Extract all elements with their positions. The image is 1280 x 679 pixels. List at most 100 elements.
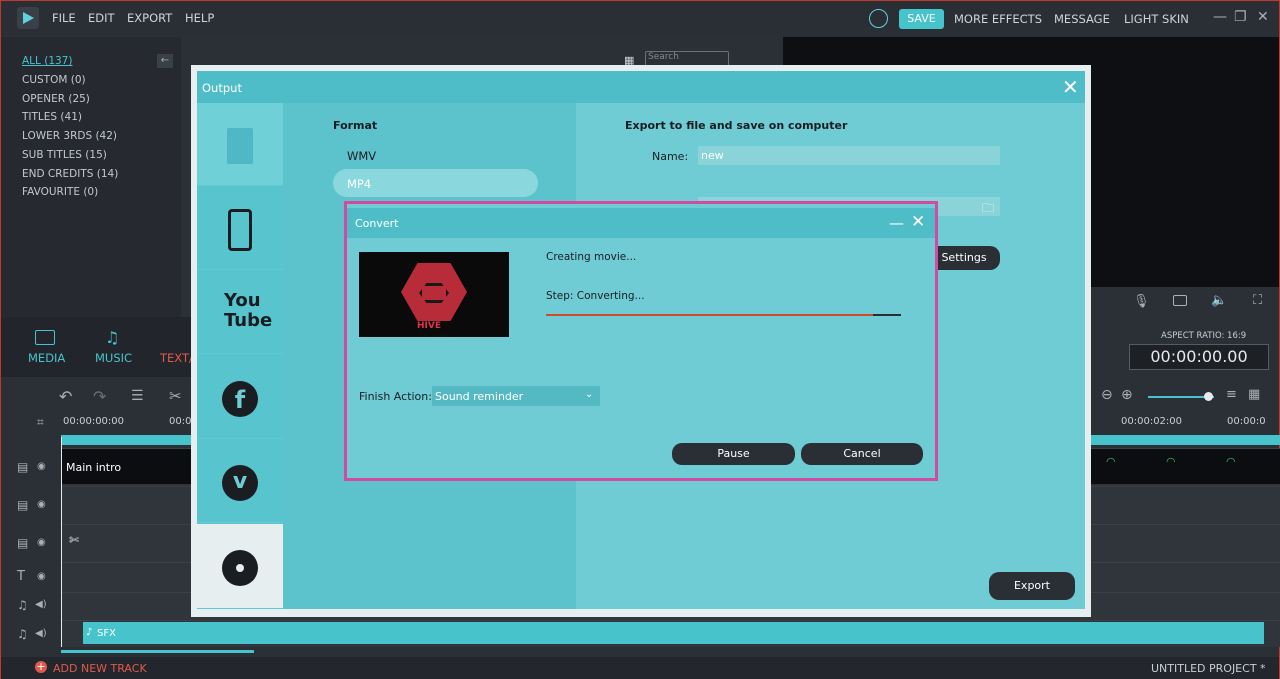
main-intro-label: Main intro (66, 461, 122, 474)
maximize-icon[interactable]: ❐ (1234, 9, 1247, 25)
track-video-icon: ▤ (17, 460, 29, 474)
phone-icon (228, 209, 252, 251)
more-effects-link[interactable]: MORE EFFECTS (954, 12, 1042, 26)
library-item-end-credits[interactable]: END CREDITS (14) (22, 168, 118, 180)
text-track-icon: T (17, 569, 25, 584)
list-view-icon[interactable]: ≡ (1226, 387, 1237, 402)
menu-export[interactable]: EXPORT (127, 11, 172, 25)
app-window: FILE EDIT EXPORT HELP SAVE MORE EFFECTS … (0, 0, 1280, 679)
project-name: UNTITLED PROJECT * (1151, 662, 1266, 675)
speaker-icon[interactable]: ◀) (35, 628, 47, 639)
tab-media[interactable]: MEDIA (28, 351, 65, 365)
track-video-icon: ▤ (17, 536, 29, 550)
audio-track-icon: ♫ (17, 627, 28, 641)
track-video-icon: ▤ (17, 498, 29, 512)
library-item-custom[interactable]: CUSTOM (0) (22, 74, 86, 86)
youtube-icon: You Tube (224, 290, 273, 331)
time-marker-end2: 00:00:0 (1227, 416, 1266, 427)
convert-header (347, 208, 935, 238)
app-logo-icon (17, 7, 39, 29)
library-item-opener[interactable]: OPENER (25) (22, 93, 90, 105)
fullscreen-icon[interactable]: ⛶ (1253, 293, 1262, 308)
snap-icon[interactable]: ⌗ (37, 415, 44, 430)
undo-icon[interactable]: ↶ (59, 387, 72, 406)
adjust-icon[interactable]: ☰ (131, 388, 144, 404)
message-link[interactable]: MESSAGE (1054, 12, 1110, 26)
collapse-arrow-icon[interactable]: ← (157, 54, 173, 68)
export-button[interactable]: Export (989, 572, 1075, 600)
output-close-icon[interactable]: ✕ (1062, 75, 1079, 99)
library-item-lower-3rds[interactable]: LOWER 3RDS (42) (22, 130, 117, 142)
format-heading: Format (333, 119, 378, 132)
spinner-icon: ◠ (1166, 455, 1176, 468)
time-marker-2: 00:0 (169, 416, 192, 427)
eye-icon[interactable]: ◉ (37, 499, 46, 510)
playhead[interactable] (61, 437, 62, 647)
timeline-scrollbar[interactable] (61, 650, 254, 653)
tab-text[interactable]: TEXT/ (160, 351, 193, 365)
menu-help[interactable]: HELP (185, 11, 214, 25)
format-wmv[interactable]: WMV (347, 149, 376, 163)
library-item-titles[interactable]: TITLES (41) (22, 111, 82, 123)
progress-remaining (873, 314, 901, 316)
camera-icon[interactable] (1173, 295, 1187, 306)
name-input[interactable]: new (698, 146, 1000, 165)
audio-track-icon: ♫ (17, 598, 28, 612)
finish-action-label: Finish Action: (359, 390, 432, 403)
spinner-icon: ◠ (1106, 455, 1116, 468)
time-marker-start: 00:00:00:00 (63, 416, 125, 427)
eye-icon[interactable]: ◉ (37, 571, 46, 582)
redo-icon[interactable]: ↷ (93, 387, 106, 406)
output-title: Output (202, 81, 242, 95)
menu-file[interactable]: FILE (52, 11, 76, 25)
scissors-icon: ✄ (69, 533, 80, 547)
cancel-button[interactable]: Cancel (801, 443, 923, 465)
library-item-sub-titles[interactable]: SUB TITLES (15) (22, 149, 107, 161)
library-item-favourite[interactable]: FAVOURITE (0) (22, 186, 98, 198)
convert-minimize-icon[interactable]: — (889, 214, 904, 232)
convert-close-icon[interactable]: ✕ (911, 212, 925, 232)
folder-browse-icon[interactable]: 🗀 (982, 199, 994, 220)
progress-bar (546, 314, 873, 316)
cut-icon[interactable]: ✂ (169, 387, 182, 405)
zoom-out-icon[interactable]: ⊖ (1101, 387, 1113, 403)
media-tabs (1, 317, 201, 377)
tab-music[interactable]: MUSIC (95, 351, 132, 365)
eye-icon[interactable]: ◉ (37, 461, 46, 472)
zoom-in-icon[interactable]: ⊕ (1121, 387, 1133, 403)
light-skin-link[interactable]: LIGHT SKIN (1124, 12, 1189, 26)
folder-icon (35, 330, 55, 345)
sfx-note-icon: ♪ (86, 627, 93, 638)
time-marker-end: 00:00:02:00 (1121, 416, 1183, 427)
music-note-icon: ♫ (105, 328, 120, 347)
add-track-icon[interactable]: + (35, 661, 47, 673)
timecode-display: 00:00:00.00 (1129, 344, 1269, 370)
dvd-hole (236, 564, 244, 572)
microphone-icon[interactable]: 🎙 (1133, 294, 1150, 309)
save-button[interactable]: SAVE (899, 9, 944, 29)
eye-icon[interactable]: ◉ (37, 537, 46, 548)
library-item-all[interactable]: ALL (137) (22, 55, 72, 67)
bottom-bar (1, 657, 1279, 679)
menu-edit[interactable]: EDIT (88, 11, 115, 25)
name-label: Name: (652, 150, 689, 163)
facebook-icon: f (222, 381, 258, 417)
user-icon[interactable] (869, 9, 888, 28)
sfx-clip[interactable] (83, 622, 1264, 644)
convert-step: Step: Converting... (546, 290, 645, 302)
speaker-icon[interactable]: ◀) (35, 599, 47, 610)
convert-status: Creating movie... (546, 251, 637, 263)
volume-icon[interactable]: 🔈 (1211, 293, 1227, 308)
minimize-icon[interactable]: — (1213, 9, 1227, 25)
close-window-icon[interactable]: ✕ (1257, 9, 1269, 25)
pause-button[interactable]: Pause (672, 443, 795, 465)
sfx-label: SFX (97, 628, 116, 639)
grid-icon[interactable]: ▦ (1248, 387, 1260, 402)
export-heading: Export to file and save on computer (625, 119, 848, 132)
vimeo-icon: v (222, 465, 258, 501)
zoom-slider-handle[interactable] (1204, 392, 1213, 401)
convert-dialog (344, 201, 938, 481)
thumbnail-caption: HIVE (417, 321, 441, 331)
add-new-track-button[interactable]: ADD NEW TRACK (53, 662, 147, 675)
convert-title: Convert (355, 217, 399, 230)
